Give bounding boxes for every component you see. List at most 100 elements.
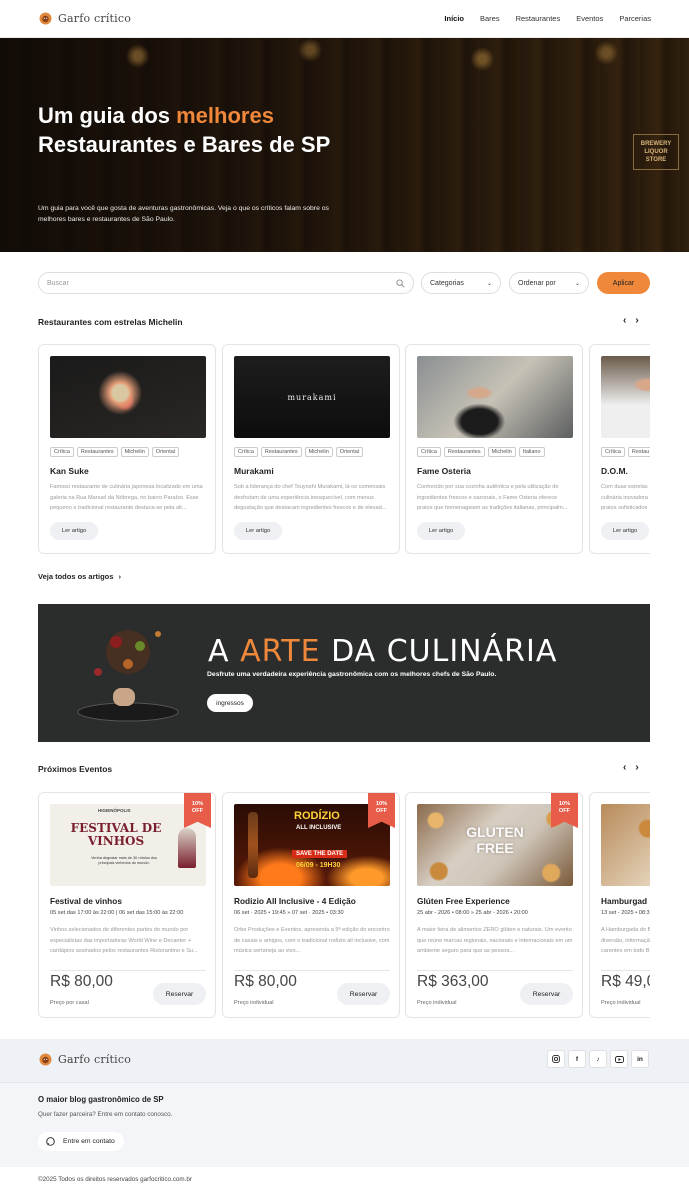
tag[interactable]: Crítica — [601, 447, 625, 457]
order-label: Ordenar por — [518, 279, 556, 287]
article-card[interactable]: Crítica Restaurantes Michelin Italiano F… — [405, 344, 583, 554]
hero-sign: BREWERY LIQUOR STORE — [633, 134, 679, 170]
reserve-button[interactable]: Reservar — [153, 983, 206, 1005]
event-date: 13 set - 2025 • 08:3 — [601, 910, 650, 916]
badge-percent: 10% — [191, 801, 204, 807]
article-card[interactable]: murakami Crítica Restaurantes Michelin O… — [222, 344, 400, 554]
event-price: R$ 363,00 — [417, 973, 489, 990]
tag[interactable]: Crítica — [234, 447, 258, 457]
event-card[interactable]: RODÍZIO ALL INCLUSIVE SAVE THE DATE 06/0… — [222, 792, 400, 1018]
top-navbar: Garfo crítico Início Bares Restaurantes … — [0, 0, 689, 38]
lion-logo-icon — [39, 12, 52, 25]
categories-select[interactable]: Categorias ⌄ — [421, 272, 501, 294]
banner-title-b: DA CULINÁRIA — [320, 634, 558, 669]
banner-subtitle: Desfrute uma verdadeira experiência gast… — [207, 671, 497, 678]
event-date: 25 abr - 2026 • 08:00 » 25 abr - 2026 • … — [417, 910, 528, 916]
chevron-down-icon: ⌄ — [574, 280, 580, 287]
tag[interactable]: Oriental — [335, 447, 364, 457]
skewer-shape — [248, 812, 258, 878]
read-article-button[interactable]: Ler artigo — [234, 522, 282, 540]
tag-list: Crítica Restau — [601, 447, 650, 457]
read-article-button[interactable]: Ler artigo — [50, 522, 98, 540]
hero-lights — [0, 38, 689, 98]
tag[interactable]: Michelin — [487, 447, 516, 457]
badge-percent: 10% — [558, 801, 571, 807]
chevron-right-icon[interactable]: › — [635, 762, 638, 773]
nav-link-bares[interactable]: Bares — [480, 14, 500, 23]
badge-percent: 10% — [375, 801, 388, 807]
culinary-art-banner: A ARTE DA CULINÁRIA Desfrute uma verdade… — [38, 604, 650, 742]
kan-suke-image — [50, 356, 206, 438]
event-title[interactable]: Festival de vinhos — [50, 896, 122, 906]
tag[interactable]: Crítica — [417, 447, 441, 457]
reserve-button[interactable]: Reservar — [520, 983, 573, 1005]
footer-heading: O maior blog gastronômico de SP — [38, 1095, 164, 1104]
card-title[interactable]: D.O.M. — [601, 466, 628, 476]
tiktok-icon[interactable]: ♪ — [589, 1050, 607, 1068]
banner-title-highlight: ARTE — [240, 634, 321, 669]
facebook-icon[interactable]: f — [568, 1050, 586, 1068]
contact-button[interactable]: Entre em contato — [38, 1132, 124, 1151]
card-title[interactable]: Kan Suke — [50, 466, 89, 476]
event-title[interactable]: Hamburgad — [601, 896, 647, 906]
event-card[interactable]: HIGIENÓPOLIS FESTIVAL DE VINHOS Venha de… — [38, 792, 216, 1018]
article-card[interactable]: Crítica Restau D.O.M. Com duas estrelas … — [589, 344, 650, 554]
apply-button[interactable]: Aplicar — [597, 272, 650, 294]
nav-link-inicio[interactable]: Início — [444, 14, 464, 23]
divider — [601, 970, 650, 971]
tag[interactable]: Oriental — [151, 447, 180, 457]
nav-link-eventos[interactable]: Eventos — [576, 14, 603, 23]
card-title[interactable]: Murakami — [234, 466, 274, 476]
article-card[interactable]: Crítica Restaurantes Michelin Oriental K… — [38, 344, 216, 554]
tag[interactable]: Restau — [627, 447, 650, 457]
wine-festival-image: HIGIENÓPOLIS FESTIVAL DE VINHOS Venha de… — [50, 804, 206, 886]
event-card[interactable]: Hamburgad 13 set - 2025 • 08:3 A Hamburg… — [589, 792, 650, 1018]
chevron-right-icon: › — [118, 572, 122, 581]
read-article-button[interactable]: Ler artigo — [417, 522, 465, 540]
chevron-left-icon[interactable]: ‹ — [623, 762, 626, 773]
search-icon — [396, 278, 405, 287]
whatsapp-icon — [46, 1137, 55, 1146]
nav-link-parcerias[interactable]: Parcerias — [619, 14, 651, 23]
tickets-button[interactable]: ingressos — [207, 694, 253, 712]
murakami-image-text: murakami — [287, 392, 337, 402]
divider — [417, 970, 573, 971]
footer-brand-logo[interactable]: Garfo crítico — [38, 1052, 131, 1067]
hero-subtitle: Um guia para você que gosta de aventuras… — [38, 205, 329, 223]
tag[interactable]: Crítica — [50, 447, 74, 457]
order-select[interactable]: Ordenar por ⌄ — [509, 272, 589, 294]
nav-link-restaurantes[interactable]: Restaurantes — [516, 14, 561, 23]
rodizio-image-sub: ALL INCLUSIVE — [296, 825, 342, 831]
footer-brand-name: Garfo crítico — [58, 1053, 132, 1066]
reserve-button[interactable]: Reservar — [337, 983, 390, 1005]
search-input[interactable]: Buscar — [38, 272, 414, 294]
brand-logo[interactable]: Garfo crítico — [38, 11, 131, 26]
card-title[interactable]: Fame Osteria — [417, 466, 471, 476]
copyright: ©2025 Todos os direitos reservados garfo… — [38, 1176, 192, 1183]
lion-logo-icon — [39, 1053, 52, 1066]
linkedin-icon[interactable]: in — [631, 1050, 649, 1068]
tag[interactable]: Michelin — [304, 447, 333, 457]
chevron-right-icon[interactable]: › — [635, 315, 638, 326]
tag[interactable]: Michelin — [120, 447, 149, 457]
tag[interactable]: Restaurantes — [260, 447, 302, 457]
tag[interactable]: Restaurantes — [76, 447, 118, 457]
rodizio-image-save: SAVE THE DATE — [292, 850, 348, 858]
hero-title-part1: Um guia dos — [38, 103, 177, 128]
event-title[interactable]: Glúten Free Experience — [417, 896, 510, 906]
chevron-left-icon[interactable]: ‹ — [623, 315, 626, 326]
event-title[interactable]: Rodizio All Inclusive - 4 Edição — [234, 896, 356, 906]
event-price: R$ 80,00 — [234, 973, 297, 990]
events-carousel: HIGIENÓPOLIS FESTIVAL DE VINHOS Venha de… — [38, 792, 650, 1020]
event-card[interactable]: GLUTEN FREE 10% OFF Glúten Free Experienc… — [405, 792, 583, 1018]
rodizio-image-date: 06/09 - 19H30 — [296, 862, 341, 869]
instagram-icon[interactable] — [547, 1050, 565, 1068]
tag[interactable]: Restaurantes — [443, 447, 485, 457]
card-description: Sob a liderança do chef Tsuyoshi Murakam… — [234, 484, 387, 511]
see-all-articles-link[interactable]: Veja todos os artigos › — [38, 572, 121, 581]
tag[interactable]: Italiano — [518, 447, 545, 457]
flying-food-illustration — [77, 630, 179, 722]
youtube-icon[interactable] — [610, 1050, 628, 1068]
read-article-button[interactable]: Ler artigo — [601, 522, 649, 540]
wine-image-small-text: HIGIENÓPOLIS — [98, 808, 131, 813]
